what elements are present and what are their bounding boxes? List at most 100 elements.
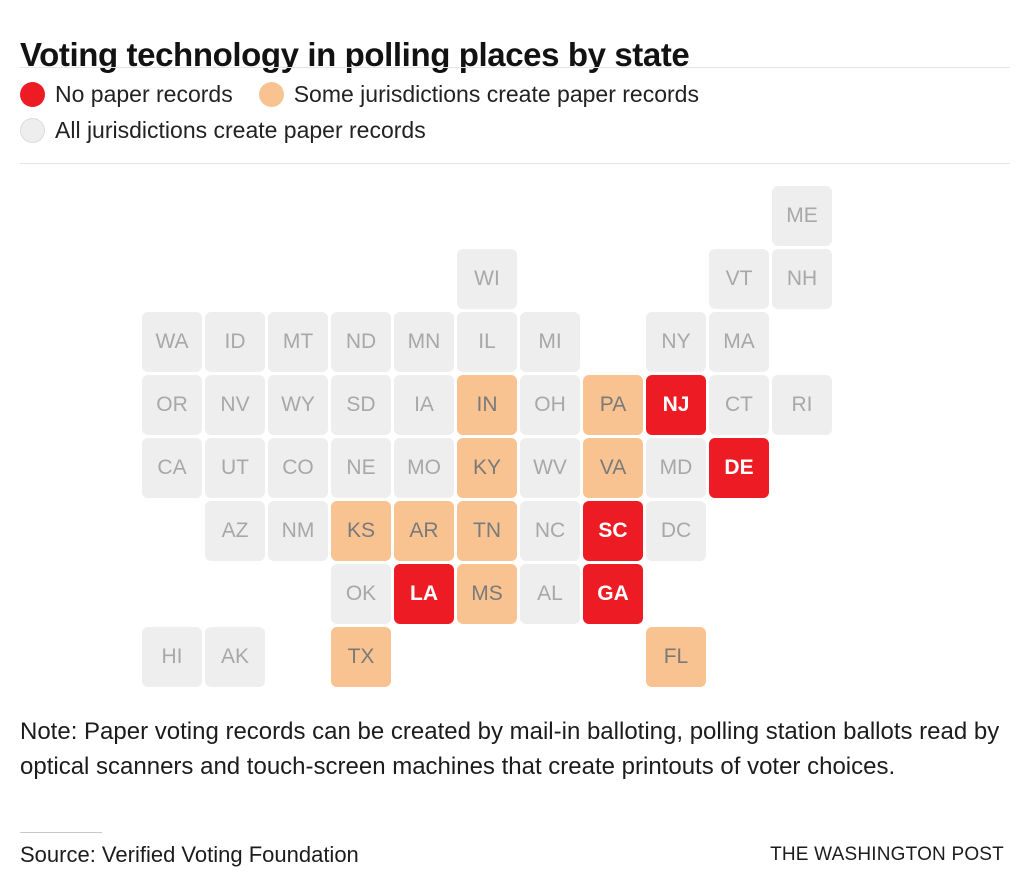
state-tile-ms[interactable]: MS: [457, 564, 517, 624]
state-tile-ct[interactable]: CT: [709, 375, 769, 435]
state-tile-mi[interactable]: MI: [520, 312, 580, 372]
state-tile-ne[interactable]: NE: [331, 438, 391, 498]
footnote: Note: Paper voting records can be create…: [20, 718, 1000, 780]
state-abbreviation: KY: [472, 456, 501, 479]
state-abbreviation: CO: [282, 456, 314, 479]
state-tile-ks[interactable]: KS: [331, 501, 391, 561]
state-tile-mt[interactable]: MT: [268, 312, 328, 372]
state-tile-id[interactable]: ID: [205, 312, 265, 372]
state-abbreviation: UT: [221, 456, 249, 479]
state-abbreviation: AR: [409, 519, 439, 542]
state-abbreviation: ID: [224, 330, 246, 353]
state-tile-nv[interactable]: NV: [205, 375, 265, 435]
state-abbreviation: MD: [659, 456, 693, 479]
state-abbreviation: DC: [660, 519, 692, 542]
state-tile-az[interactable]: AZ: [205, 501, 265, 561]
state-tile-nd[interactable]: ND: [331, 312, 391, 372]
state-tile-ky[interactable]: KY: [457, 438, 517, 498]
state-abbreviation: IN: [476, 393, 498, 416]
state-tile-wi[interactable]: WI: [457, 249, 517, 309]
state-abbreviation: MN: [407, 330, 441, 353]
state-abbreviation: MA: [723, 330, 755, 353]
state-tile-mn[interactable]: MN: [394, 312, 454, 372]
state-tile-sc[interactable]: SC: [583, 501, 643, 561]
state-abbreviation: AK: [220, 645, 249, 668]
state-tile-vt[interactable]: VT: [709, 249, 769, 309]
state-abbreviation: SD: [346, 393, 376, 416]
state-abbreviation: TN: [473, 519, 501, 542]
state-tile-oh[interactable]: OH: [520, 375, 580, 435]
state-tile-ri[interactable]: RI: [772, 375, 832, 435]
state-tile-ny[interactable]: NY: [646, 312, 706, 372]
state-abbreviation: WY: [281, 393, 315, 416]
publisher-credit: THE WASHINGTON POST: [770, 844, 1004, 865]
state-abbreviation: IA: [414, 393, 434, 416]
state-tile-nj[interactable]: NJ: [646, 375, 706, 435]
state-abbreviation: FL: [663, 645, 689, 668]
state-tile-fl[interactable]: FL: [646, 627, 706, 687]
state-abbreviation: MO: [407, 456, 441, 479]
state-tile-nc[interactable]: NC: [520, 501, 580, 561]
state-abbreviation: TX: [347, 645, 375, 668]
state-abbreviation: MT: [282, 330, 314, 353]
state-tile-nm[interactable]: NM: [268, 501, 328, 561]
state-tile-al[interactable]: AL: [520, 564, 580, 624]
state-abbreviation: ND: [345, 330, 377, 353]
state-abbreviation: KS: [346, 519, 375, 542]
state-abbreviation: IL: [478, 330, 496, 353]
state-tile-ca[interactable]: CA: [142, 438, 202, 498]
state-abbreviation: SC: [598, 519, 628, 542]
state-tile-la[interactable]: LA: [394, 564, 454, 624]
state-tile-sd[interactable]: SD: [331, 375, 391, 435]
state-abbreviation: AZ: [221, 519, 249, 542]
state-abbreviation: NH: [786, 267, 818, 290]
state-tile-md[interactable]: MD: [646, 438, 706, 498]
state-abbreviation: DE: [724, 456, 754, 479]
state-abbreviation: VA: [599, 456, 627, 479]
state-tile-dc[interactable]: DC: [646, 501, 706, 561]
state-tile-ma[interactable]: MA: [709, 312, 769, 372]
state-abbreviation: NM: [281, 519, 315, 542]
state-tile-ok[interactable]: OK: [331, 564, 391, 624]
state-tile-pa[interactable]: PA: [583, 375, 643, 435]
state-tile-wv[interactable]: WV: [520, 438, 580, 498]
state-abbreviation: NC: [534, 519, 566, 542]
state-abbreviation: VT: [725, 267, 753, 290]
state-tile-mo[interactable]: MO: [394, 438, 454, 498]
source-divider: [20, 832, 102, 833]
state-tile-or[interactable]: OR: [142, 375, 202, 435]
state-tile-va[interactable]: VA: [583, 438, 643, 498]
source-label: Source: Verified Voting Foundation: [20, 842, 359, 867]
state-abbreviation: CT: [725, 393, 753, 416]
state-abbreviation: MS: [471, 582, 503, 605]
state-abbreviation: LA: [410, 582, 438, 605]
state-tile-ar[interactable]: AR: [394, 501, 454, 561]
state-abbreviation: PA: [599, 393, 627, 416]
state-tile-ga[interactable]: GA: [583, 564, 643, 624]
state-abbreviation: NV: [220, 393, 250, 416]
state-tile-il[interactable]: IL: [457, 312, 517, 372]
state-abbreviation: NE: [346, 456, 376, 479]
state-abbreviation: HI: [161, 645, 183, 668]
state-abbreviation: NY: [661, 330, 691, 353]
state-tile-co[interactable]: CO: [268, 438, 328, 498]
state-tile-hi[interactable]: HI: [142, 627, 202, 687]
state-abbreviation: OR: [156, 393, 188, 416]
state-tile-ut[interactable]: UT: [205, 438, 265, 498]
state-tile-wa[interactable]: WA: [142, 312, 202, 372]
state-tile-in[interactable]: IN: [457, 375, 517, 435]
state-tile-nh[interactable]: NH: [772, 249, 832, 309]
state-tile-me[interactable]: ME: [772, 186, 832, 246]
state-tile-wy[interactable]: WY: [268, 375, 328, 435]
state-tile-ak[interactable]: AK: [205, 627, 265, 687]
state-tile-tn[interactable]: TN: [457, 501, 517, 561]
infographic-page: Voting technology in polling places by s…: [0, 0, 1024, 890]
state-tile-ia[interactable]: IA: [394, 375, 454, 435]
state-abbreviation: WV: [533, 456, 567, 479]
state-abbreviation: CA: [157, 456, 187, 479]
state-tile-de[interactable]: DE: [709, 438, 769, 498]
state-abbreviation: ME: [786, 204, 818, 227]
state-abbreviation: AL: [537, 582, 563, 605]
state-abbreviation: OK: [345, 582, 377, 605]
state-tile-tx[interactable]: TX: [331, 627, 391, 687]
